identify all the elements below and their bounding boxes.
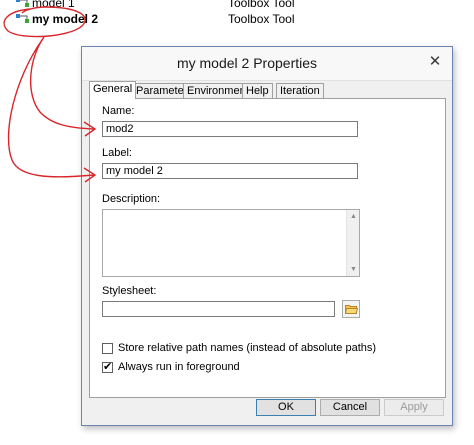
description-field[interactable]: ▲ ▼ [102, 209, 360, 277]
catalog-item-name: model 1 [32, 0, 75, 10]
checkmark-icon: ✔ [103, 361, 113, 373]
apply-button[interactable]: Apply [384, 399, 444, 416]
model-icon [16, 14, 29, 23]
browse-stylesheet-button[interactable] [342, 300, 360, 318]
name-field[interactable]: mod2 [102, 121, 358, 137]
cancel-button[interactable]: Cancel [320, 399, 380, 416]
dialog-title: my model 2 Properties [176, 55, 318, 71]
foreground-label: Always run in foreground [118, 361, 240, 373]
ok-button[interactable]: OK [256, 399, 316, 416]
description-scrollbar[interactable]: ▲ ▼ [346, 210, 359, 276]
stylesheet-field[interactable] [102, 301, 335, 317]
tab-general[interactable]: General [89, 81, 137, 99]
scroll-up-icon[interactable]: ▲ [349, 212, 358, 221]
label-field[interactable]: my model 2 [102, 163, 358, 179]
relative-paths-label: Store relative path names (instead of ab… [118, 342, 377, 354]
general-tab-panel: Name: mod2 Label: my model 2 Description… [89, 98, 446, 398]
tab-iteration[interactable]: Iteration [276, 83, 324, 99]
scroll-down-icon[interactable]: ▼ [349, 265, 358, 274]
properties-dialog: my model 2 Properties ✕ General Paramete… [81, 46, 453, 426]
foreground-checkbox[interactable]: ✔ [102, 361, 113, 373]
close-icon[interactable]: ✕ [426, 53, 444, 71]
name-label: Name: [102, 105, 135, 117]
dialog-titlebar[interactable]: my model 2 Properties ✕ [82, 47, 452, 81]
folder-open-icon [345, 305, 358, 314]
tab-help[interactable]: Help [242, 83, 273, 99]
catalog-item-type: Toolbox Tool [228, 12, 295, 26]
catalog-item-type: Toolbox Tool [228, 0, 295, 10]
catalog-row-my-model-2[interactable]: my model 2 Toolbox Tool [0, 11, 474, 27]
catalog-item-name: my model 2 [32, 12, 99, 26]
catalog-row-model-1[interactable]: model 1 Toolbox Tool [0, 0, 474, 11]
relative-paths-checkbox[interactable] [102, 343, 113, 354]
stylesheet-label: Stylesheet: [102, 285, 157, 297]
description-label: Description: [102, 193, 161, 205]
model-icon [16, 0, 29, 7]
label-label: Label: [102, 147, 132, 159]
